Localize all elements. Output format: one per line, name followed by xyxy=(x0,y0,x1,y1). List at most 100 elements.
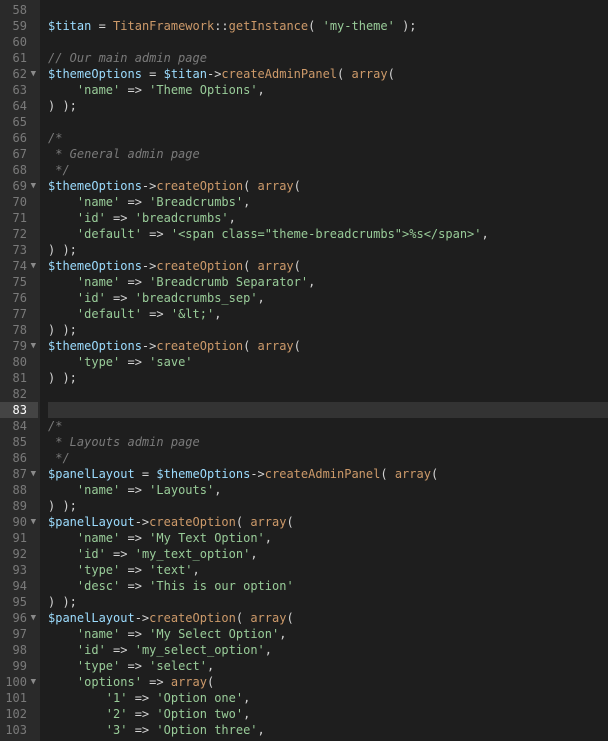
code-line[interactable]: 'name' => 'My Text Option', xyxy=(48,530,608,546)
line-number[interactable]: 86 xyxy=(0,450,38,466)
line-number[interactable]: 96▼ xyxy=(0,610,38,626)
code-line[interactable]: 'options' => array( xyxy=(48,674,608,690)
line-number[interactable]: 62▼ xyxy=(0,66,38,82)
line-number[interactable]: 91 xyxy=(0,530,38,546)
code-line[interactable]: /* xyxy=(48,130,608,146)
line-number[interactable]: 71 xyxy=(0,210,38,226)
line-number[interactable]: 70 xyxy=(0,194,38,210)
line-number[interactable]: 64 xyxy=(0,98,38,114)
code-line[interactable]: ) ); xyxy=(48,98,608,114)
line-number[interactable]: 99 xyxy=(0,658,38,674)
code-line[interactable]: 'name' => 'Theme Options', xyxy=(48,82,608,98)
line-number[interactable]: 88 xyxy=(0,482,38,498)
code-line[interactable]: 'desc' => 'This is our option' xyxy=(48,578,608,594)
fold-icon[interactable]: ▼ xyxy=(28,514,36,530)
code-line[interactable]: */ xyxy=(48,162,608,178)
code-line[interactable]: 'name' => 'Breadcrumb Separator', xyxy=(48,274,608,290)
code-line[interactable]: $themeOptions = $titan->createAdminPanel… xyxy=(48,66,608,82)
line-number[interactable]: 79▼ xyxy=(0,338,38,354)
code-line[interactable]: $themeOptions->createOption( array( xyxy=(48,258,608,274)
line-number[interactable]: 83 xyxy=(0,402,38,418)
fold-icon[interactable]: ▼ xyxy=(28,610,36,626)
code-line[interactable] xyxy=(48,114,608,130)
code-line[interactable] xyxy=(48,2,608,18)
line-number[interactable]: 85 xyxy=(0,434,38,450)
line-number[interactable]: 63 xyxy=(0,82,38,98)
code-line[interactable]: $panelLayout->createOption( array( xyxy=(48,514,608,530)
line-number[interactable]: 102 xyxy=(0,706,38,722)
code-line[interactable]: '3' => 'Option three', xyxy=(48,722,608,738)
code-line[interactable]: ) ); xyxy=(48,594,608,610)
line-number[interactable]: 75 xyxy=(0,274,38,290)
code-line[interactable]: 'name' => 'Breadcrumbs', xyxy=(48,194,608,210)
code-line[interactable]: '2' => 'Option two', xyxy=(48,706,608,722)
fold-icon[interactable]: ▼ xyxy=(28,66,36,82)
line-number[interactable]: 78 xyxy=(0,322,38,338)
code-line[interactable]: 'name' => 'Layouts', xyxy=(48,482,608,498)
line-number[interactable]: 65 xyxy=(0,114,38,130)
line-number[interactable]: 77 xyxy=(0,306,38,322)
code-editor[interactable]: 5859606162▼63646566676869▼7071727374▼757… xyxy=(0,0,608,741)
line-number[interactable]: 68 xyxy=(0,162,38,178)
line-number[interactable]: 92 xyxy=(0,546,38,562)
line-number[interactable]: 89 xyxy=(0,498,38,514)
code-line[interactable]: '1' => 'Option one', xyxy=(48,690,608,706)
fold-icon[interactable]: ▼ xyxy=(28,178,36,194)
code-line[interactable]: 'id' => 'breadcrumbs', xyxy=(48,210,608,226)
line-number[interactable]: 82 xyxy=(0,386,38,402)
line-number[interactable]: 59 xyxy=(0,18,38,34)
line-number[interactable]: 80 xyxy=(0,354,38,370)
code-line[interactable]: ) ); xyxy=(48,370,608,386)
fold-icon[interactable]: ▼ xyxy=(28,466,36,482)
code-line[interactable]: * Layouts admin page xyxy=(48,434,608,450)
fold-icon[interactable]: ▼ xyxy=(28,338,36,354)
code-line[interactable]: */ xyxy=(48,450,608,466)
line-number[interactable]: 60 xyxy=(0,34,38,50)
line-number[interactable]: 103 xyxy=(0,722,38,738)
code-line[interactable]: 'id' => 'breadcrumbs_sep', xyxy=(48,290,608,306)
code-line[interactable]: 'id' => 'my_select_option', xyxy=(48,642,608,658)
line-number[interactable]: 94 xyxy=(0,578,38,594)
code-line[interactable]: // Our main admin page xyxy=(48,50,608,66)
code-line[interactable]: ) ); xyxy=(48,242,608,258)
line-number[interactable]: 100▼ xyxy=(0,674,38,690)
line-number[interactable]: 95 xyxy=(0,594,38,610)
line-number[interactable]: 101 xyxy=(0,690,38,706)
fold-icon[interactable]: ▼ xyxy=(28,674,36,690)
line-number[interactable]: 97 xyxy=(0,626,38,642)
code-line[interactable]: 'type' => 'save' xyxy=(48,354,608,370)
code-line[interactable]: ) ); xyxy=(48,322,608,338)
code-line[interactable]: * General admin page xyxy=(48,146,608,162)
line-number[interactable]: 69▼ xyxy=(0,178,38,194)
line-number[interactable]: 74▼ xyxy=(0,258,38,274)
fold-icon[interactable]: ▼ xyxy=(28,258,36,274)
code-line[interactable]: 'id' => 'my_text_option', xyxy=(48,546,608,562)
code-line[interactable]: 'default' => '<span class="theme-breadcr… xyxy=(48,226,608,242)
code-line[interactable] xyxy=(48,386,608,402)
code-line[interactable]: 'type' => 'text', xyxy=(48,562,608,578)
line-number[interactable]: 66 xyxy=(0,130,38,146)
code-line[interactable]: $panelLayout->createOption( array( xyxy=(48,610,608,626)
code-area[interactable]: $titan = TitanFramework::getInstance( 'm… xyxy=(40,0,608,741)
line-number[interactable]: 61 xyxy=(0,50,38,66)
code-line[interactable]: /* xyxy=(48,418,608,434)
code-line[interactable] xyxy=(48,402,608,418)
line-number[interactable]: 58 xyxy=(0,2,38,18)
code-line[interactable]: 'name' => 'My Select Option', xyxy=(48,626,608,642)
line-number[interactable]: 84 xyxy=(0,418,38,434)
line-number[interactable]: 76 xyxy=(0,290,38,306)
code-line[interactable]: $themeOptions->createOption( array( xyxy=(48,338,608,354)
code-line[interactable]: $titan = TitanFramework::getInstance( 'm… xyxy=(48,18,608,34)
line-number-gutter[interactable]: 5859606162▼63646566676869▼7071727374▼757… xyxy=(0,0,40,741)
line-number[interactable]: 98 xyxy=(0,642,38,658)
code-line[interactable]: ) ); xyxy=(48,498,608,514)
line-number[interactable]: 73 xyxy=(0,242,38,258)
code-line[interactable]: 'default' => '&lt;', xyxy=(48,306,608,322)
code-line[interactable]: $themeOptions->createOption( array( xyxy=(48,178,608,194)
line-number[interactable]: 72 xyxy=(0,226,38,242)
line-number[interactable]: 67 xyxy=(0,146,38,162)
line-number[interactable]: 93 xyxy=(0,562,38,578)
line-number[interactable]: 90▼ xyxy=(0,514,38,530)
code-line[interactable]: $panelLayout = $themeOptions->createAdmi… xyxy=(48,466,608,482)
line-number[interactable]: 81 xyxy=(0,370,38,386)
